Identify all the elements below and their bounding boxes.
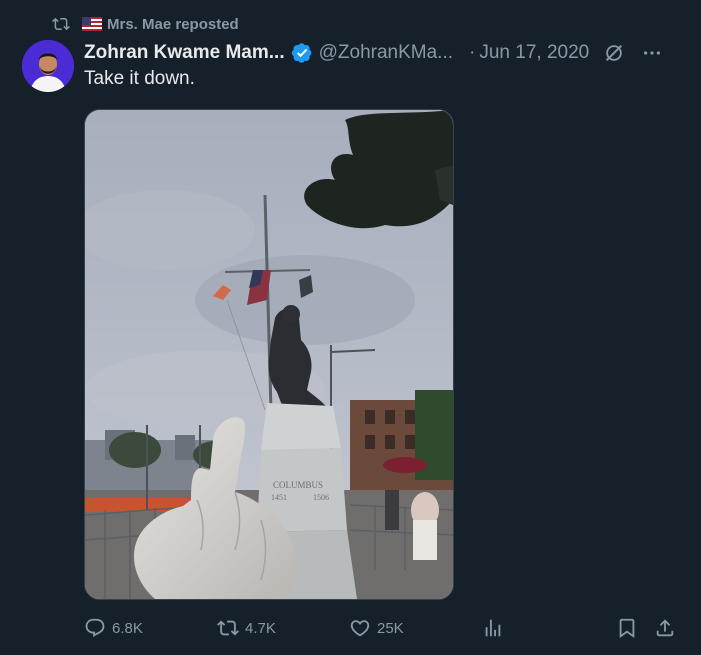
views-button[interactable] bbox=[482, 612, 504, 644]
grok-icon[interactable] bbox=[603, 42, 625, 64]
tweet-header: Zohran Kwame Mam... @ZohranKMa... · Jun … bbox=[84, 40, 681, 66]
analytics-icon bbox=[485, 619, 501, 637]
like-count: 25K bbox=[377, 619, 404, 637]
bookmark-button[interactable] bbox=[616, 612, 638, 644]
repost-icon bbox=[52, 15, 70, 33]
tweet-text: Take it down. bbox=[84, 68, 195, 89]
repost-label: Mrs. Mae reposted bbox=[107, 15, 239, 33]
us-flag-icon bbox=[82, 17, 102, 31]
like-button[interactable]: 25K bbox=[349, 612, 404, 644]
reply-icon bbox=[85, 618, 105, 637]
more-options-icon[interactable] bbox=[641, 42, 663, 64]
tweet-date[interactable]: Jun 17, 2020 bbox=[479, 42, 589, 64]
repost-action-icon bbox=[217, 620, 239, 636]
repost-button[interactable]: 4.7K bbox=[217, 612, 276, 644]
heart-icon bbox=[350, 620, 370, 637]
reply-count: 6.8K bbox=[112, 619, 143, 637]
reply-button[interactable]: 6.8K bbox=[84, 612, 143, 644]
author-handle[interactable]: @ZohranKMa... bbox=[319, 42, 453, 64]
repost-context[interactable]: Mrs. Mae reposted bbox=[52, 12, 239, 36]
bookmark-icon bbox=[619, 618, 635, 639]
author-name[interactable]: Zohran Kwame Mam... bbox=[84, 42, 285, 64]
repost-count: 4.7K bbox=[245, 619, 276, 637]
pedestal-inscription: COLUMBUS bbox=[273, 480, 323, 490]
separator-dot: · bbox=[469, 42, 476, 63]
pedestal-year-left: 1451 bbox=[271, 493, 287, 502]
pedestal-year-right: 1506 bbox=[313, 493, 329, 502]
avatar[interactable] bbox=[22, 40, 74, 92]
tweet-actions: 6.8K 4.7K 25K bbox=[84, 612, 684, 644]
share-icon bbox=[656, 619, 674, 637]
verified-badge-icon[interactable] bbox=[291, 42, 313, 64]
tweet-photo[interactable]: COLUMBUS 1451 1506 bbox=[84, 109, 454, 600]
share-button[interactable] bbox=[654, 612, 676, 644]
